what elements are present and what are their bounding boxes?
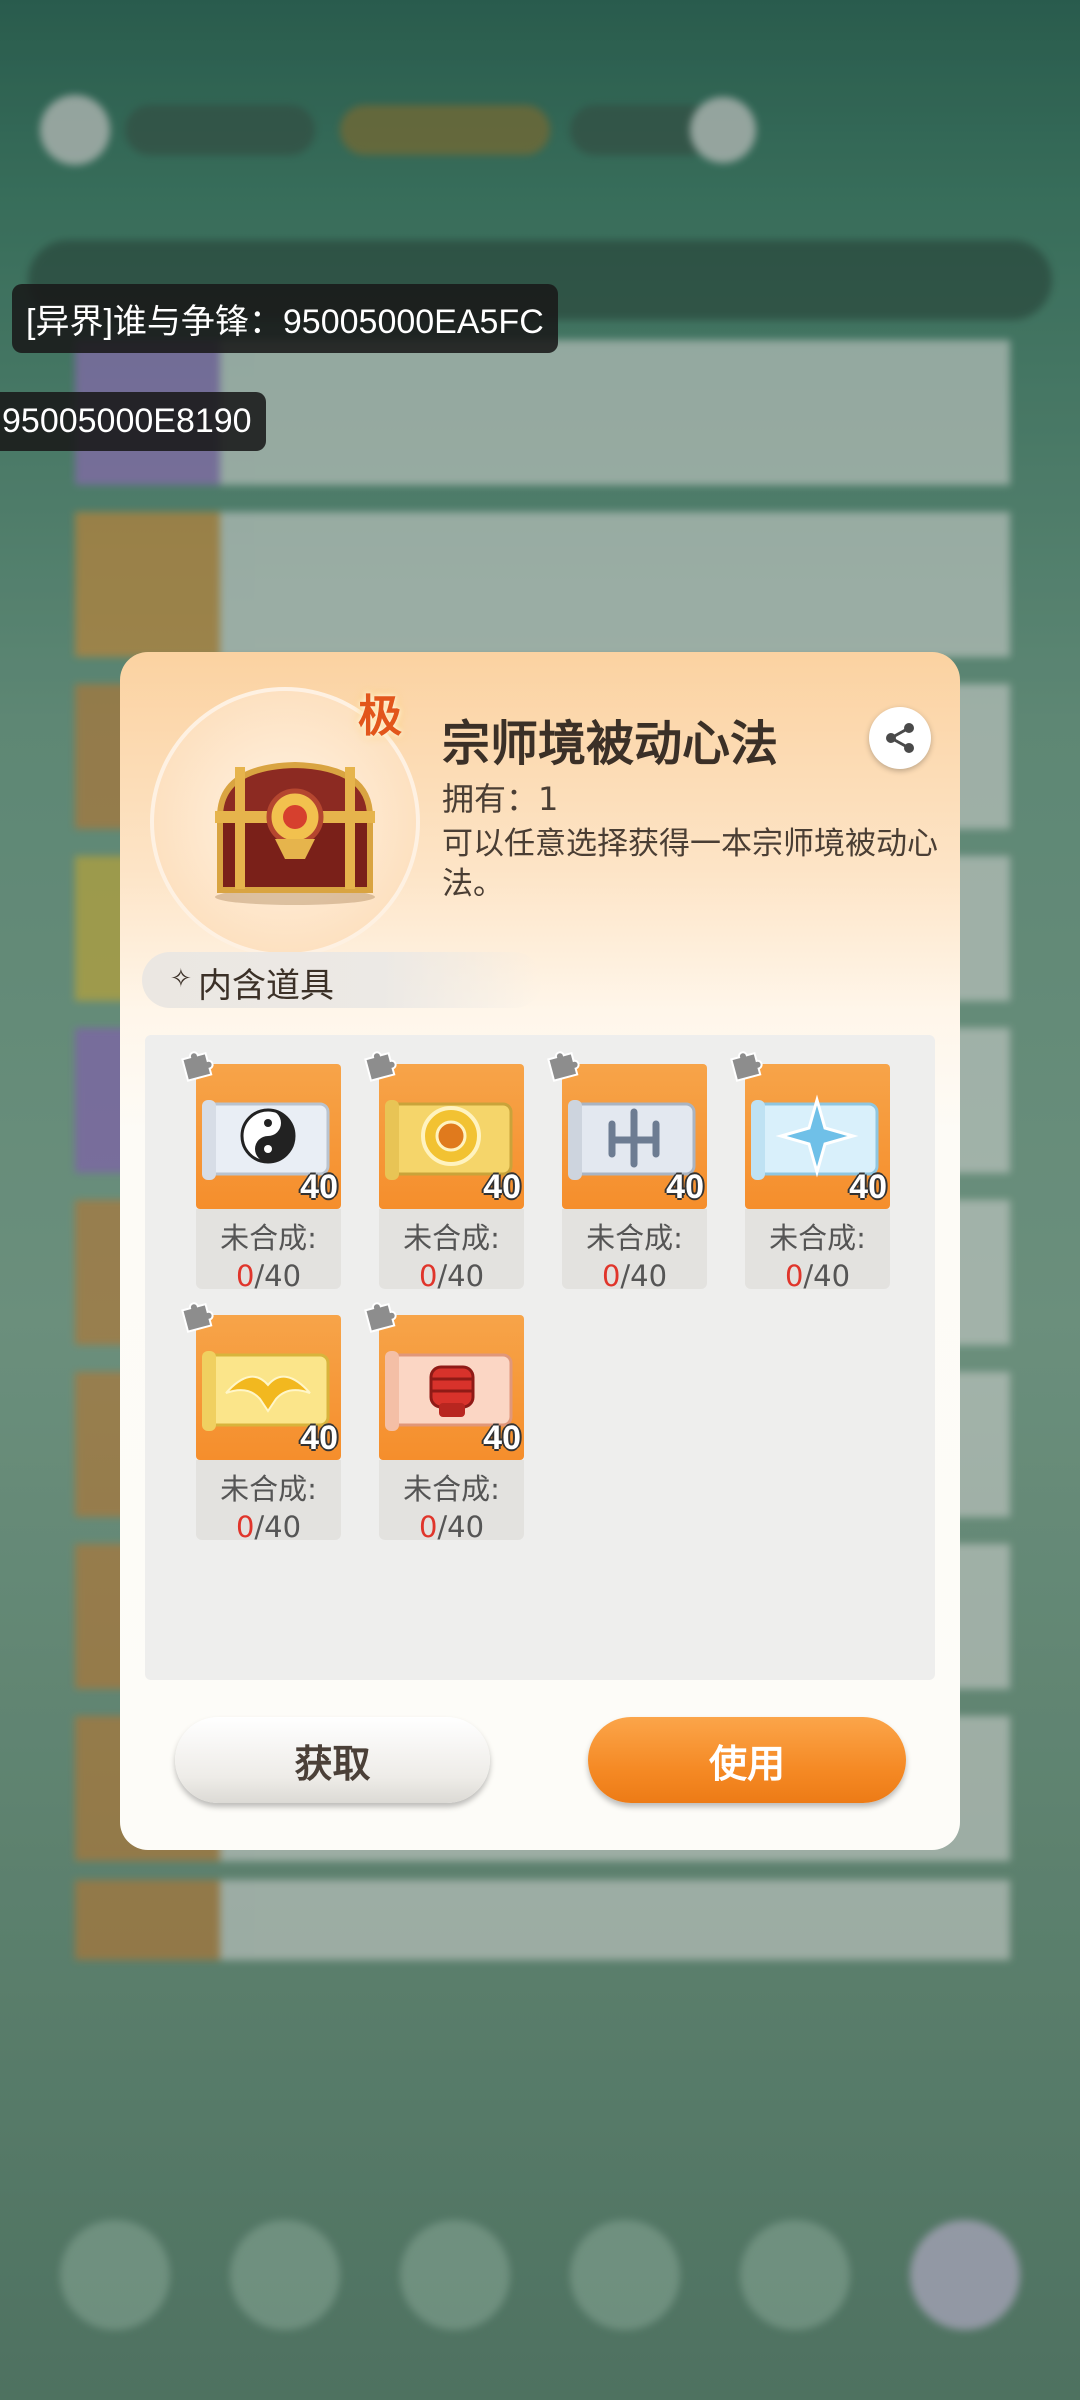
- item-card[interactable]: 40 未合成: 0/40: [181, 1051, 341, 1293]
- synthesis-current: 0: [418, 1259, 438, 1293]
- synthesis-status-label: 未合成:: [769, 1221, 866, 1255]
- puzzle-piece-icon: [181, 1051, 214, 1082]
- synthesis-status-label: 未合成:: [586, 1221, 683, 1255]
- item-count: 40: [483, 1419, 521, 1457]
- item-card[interactable]: 40 未合成: 0/40: [364, 1051, 524, 1293]
- item-card[interactable]: 40 未合成: 0/40: [181, 1302, 341, 1544]
- puzzle-piece-icon: [364, 1051, 397, 1082]
- synthesis-total: /40: [254, 1259, 302, 1293]
- contained-items-grid: 40 未合成: 0/40 40 未合成: 0/40 40 未合成: 0/40 4…: [145, 1035, 935, 1680]
- puzzle-piece-icon: [181, 1302, 214, 1333]
- item-detail-dialog: 极 宗师境被动心法 拥有：1 可以任意选择获得一本宗师境被动心法。 ✧ 内含道具: [120, 652, 960, 1850]
- item-card[interactable]: 40 未合成: 0/40: [364, 1302, 524, 1544]
- item-title: 宗师境被动心法: [442, 716, 779, 772]
- puzzle-piece-icon: [547, 1051, 580, 1082]
- synthesis-current: 0: [601, 1259, 621, 1293]
- section-header: ✧ 内含道具: [142, 952, 542, 1008]
- synthesis-current: 0: [418, 1510, 438, 1544]
- puzzle-piece-icon: [364, 1302, 397, 1333]
- section-label: 内含道具: [198, 966, 334, 1006]
- item-count: 40: [300, 1419, 338, 1457]
- item-count: 40: [483, 1168, 521, 1206]
- diamond-bullet-icon: ✧: [170, 964, 192, 994]
- item-count: 40: [300, 1168, 338, 1206]
- synthesis-status-label: 未合成:: [220, 1472, 317, 1506]
- owned-count: 拥有：1: [442, 780, 559, 818]
- synthesis-total: /40: [437, 1259, 485, 1293]
- puzzle-piece-icon: [730, 1051, 763, 1082]
- synthesis-current: 0: [235, 1259, 255, 1293]
- item-count: 40: [849, 1168, 887, 1206]
- synthesis-status-label: 未合成:: [220, 1221, 317, 1255]
- synthesis-total: /40: [620, 1259, 668, 1293]
- item-card[interactable]: 40 未合成: 0/40: [730, 1051, 890, 1293]
- synthesis-total: /40: [437, 1510, 485, 1544]
- overlay-tag-title: [异界]谁与争锋：95005000EA5FC: [12, 284, 558, 353]
- synthesis-current: 0: [784, 1259, 804, 1293]
- share-button[interactable]: [869, 707, 931, 769]
- item-count: 40: [666, 1168, 704, 1206]
- item-card[interactable]: 40 未合成: 0/40: [547, 1051, 707, 1293]
- share-icon: [886, 723, 914, 753]
- treasure-chest-icon: [215, 761, 375, 905]
- synthesis-total: /40: [803, 1259, 851, 1293]
- overlay-tag-id: 95005000E8190: [0, 392, 266, 451]
- get-button[interactable]: 获取: [175, 1717, 490, 1803]
- synthesis-current: 0: [235, 1510, 255, 1544]
- synthesis-total: /40: [254, 1510, 302, 1544]
- item-description: 可以任意选择获得一本宗师境被动心法。: [442, 826, 938, 902]
- grade-badge: 极: [358, 691, 402, 742]
- synthesis-status-label: 未合成:: [403, 1221, 500, 1255]
- use-button[interactable]: 使用: [588, 1717, 906, 1803]
- synthesis-status-label: 未合成:: [403, 1472, 500, 1506]
